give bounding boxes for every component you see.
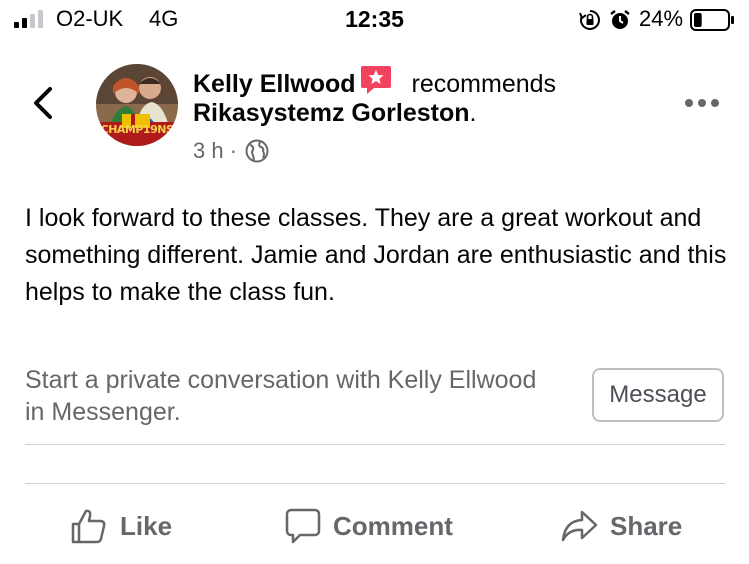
clock: 12:35 <box>345 6 404 32</box>
comment-label: Comment <box>333 510 453 541</box>
post-header: Kelly Ellwood recommends <box>193 65 556 99</box>
recommended-page-line: Rikasystemz Gorleston. <box>193 99 476 128</box>
back-chevron-icon[interactable] <box>30 86 56 120</box>
comment-button[interactable]: Comment <box>285 500 453 552</box>
share-label: Share <box>610 510 683 541</box>
like-label: Like <box>120 510 173 541</box>
message-button[interactable]: Message <box>592 368 724 422</box>
rotation-lock-icon <box>579 10 600 30</box>
like-button[interactable]: Like <box>70 500 172 552</box>
meta-separator: · <box>229 138 238 163</box>
share-arrow-icon <box>561 510 598 542</box>
author-name[interactable]: Kelly Ellwood <box>193 70 356 98</box>
recommends-label: recommends <box>411 70 557 98</box>
recommendation-star-icon <box>360 66 391 94</box>
battery-icon <box>690 9 734 31</box>
trailing-period: . <box>469 99 477 127</box>
alarm-icon <box>610 10 630 29</box>
divider <box>25 483 725 484</box>
avatar-caption: CHAMP19NS <box>100 123 174 136</box>
status-bar: O2-UK 4G 12:35 24% <box>0 0 749 40</box>
more-dots-icon[interactable] <box>684 97 720 109</box>
post-meta: 3 h · <box>193 138 269 164</box>
post-text: I look forward to these classes. They ar… <box>25 204 727 306</box>
page-name-link[interactable]: Rikasystemz Gorleston <box>193 99 470 127</box>
avatar[interactable]: CHAMP19NS <box>96 64 178 146</box>
globe-icon[interactable] <box>245 139 269 163</box>
messenger-cta-text: Start a private conversation with Kelly … <box>25 366 537 426</box>
comment-bubble-icon <box>285 508 321 544</box>
thumbs-up-icon <box>71 509 106 544</box>
share-button[interactable]: Share <box>560 500 682 552</box>
battery-percent: 24% <box>639 6 684 31</box>
time-ago[interactable]: 3 h <box>193 138 224 163</box>
divider <box>25 444 725 445</box>
